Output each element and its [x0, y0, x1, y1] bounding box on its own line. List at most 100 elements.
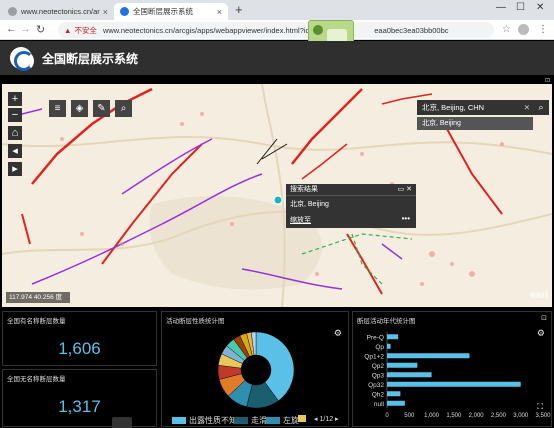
named-faults-count: 1,606 — [58, 339, 101, 358]
legend-label: 走滑 — [251, 416, 267, 425]
y-tick-label: Qp1+2 — [364, 353, 384, 360]
avatar[interactable] — [518, 24, 529, 35]
unnamed-faults-count: 1,317 — [58, 397, 101, 416]
y-tick-label: null — [374, 401, 385, 408]
legend-item[interactable]: 出露性质不知 — [172, 415, 237, 426]
search-result-popup: 搜索结果 ▭ ✕ 北京, Beijing 缩放至 ••• — [286, 184, 416, 228]
panel-title: 全国无名称断层数量 — [7, 376, 66, 383]
back-icon[interactable]: ← — [6, 23, 17, 35]
fullscreen-icon[interactable]: ⛶ — [537, 402, 543, 412]
bar[interactable] — [387, 334, 399, 340]
y-tick-label: Pre-Q — [367, 334, 384, 341]
popup-close-icon[interactable]: ▭ ✕ — [398, 184, 412, 196]
map-view[interactable]: + − ⌂ ◂ ▸ ≡ ◈ ✎ ⌕ 北京, Beijing, CHN ✕ ⌕ 北… — [2, 84, 552, 307]
clear-icon[interactable]: ✕ — [524, 100, 530, 115]
fault-line — [291, 88, 363, 165]
fault-nature-panel: 活动断层性质统计图 ⚙ 出露性质不知 走滑 左旋 ◂ 1/12 ▸ — [161, 311, 349, 427]
close-icon[interactable]: × — [217, 7, 222, 17]
map-widget: ⊡ + − ⌂ ◂ ▸ ≡ ◈ ✎ ⌕ 北京, Beijing, CHN ✕ ⌕… — [2, 77, 552, 307]
draw-icon[interactable]: ✎ — [93, 100, 110, 117]
popup-body: 北京, Beijing — [290, 201, 329, 208]
maximize-icon[interactable]: ☐ — [516, 2, 525, 13]
x-tick-label: 3,000 — [513, 413, 529, 419]
search-input[interactable]: 北京, Beijing, CHN ✕ — [417, 100, 533, 115]
fault-age-bar-chart: Pre-Q Qp Qp1+2 Qp2 Qp3 Qp32 Qh2 null0 500 1,000 1,… — [364, 332, 551, 419]
x-tick-label: 0 — [385, 413, 389, 419]
legend-label: 左旋 — [283, 416, 299, 425]
bar[interactable] — [387, 372, 432, 378]
extension-icon — [313, 25, 323, 35]
legend-swatch — [298, 415, 306, 422]
more-options-icon[interactable]: ••• — [402, 214, 410, 223]
close-icon[interactable]: × — [103, 7, 108, 17]
bar[interactable] — [387, 391, 401, 397]
app-favicon-icon — [120, 7, 129, 16]
fault-line — [351, 233, 383, 285]
legend-page: 1/12 — [319, 416, 334, 423]
browser-tab-bar: www.neotectonics.cn/arcgis/p × 全国断层展示系统 … — [0, 0, 554, 20]
expand-panel-button[interactable] — [112, 417, 132, 428]
browser-tab[interactable]: www.neotectonics.cn/arcgis/p × — [2, 3, 114, 20]
globe-icon — [8, 7, 17, 16]
legend-swatch — [234, 417, 248, 424]
tab-title: www.neotectonics.cn/arcgis/p — [21, 7, 100, 16]
next-extent-icon[interactable]: ▸ — [8, 162, 22, 176]
query-icon[interactable]: ⌕ — [115, 100, 132, 117]
esri-logo: esri — [530, 290, 548, 301]
minimize-icon[interactable]: — — [496, 2, 506, 13]
legend-swatch — [172, 417, 186, 424]
bar[interactable] — [387, 400, 405, 406]
y-tick-label: Qp3 — [372, 372, 385, 379]
security-label: 不安全 — [74, 25, 97, 35]
legend-item[interactable] — [298, 415, 309, 422]
bar[interactable] — [387, 362, 418, 368]
legend-item[interactable]: 左旋 — [266, 415, 299, 426]
warning-icon: ▲ — [64, 25, 72, 35]
coordinate-readout: 117.974 40.256 度 — [6, 292, 70, 303]
app-header: 全国断层展示系统 — [0, 41, 554, 75]
fault-line — [381, 243, 403, 260]
app-title: 全国断层展示系统 — [42, 51, 139, 66]
legend-label: 出露性质不知 — [189, 416, 237, 425]
reload-icon[interactable]: ↻ — [36, 23, 45, 36]
zoom-out-button[interactable]: − — [8, 108, 22, 122]
panel-title: 全国有名称断层数量 — [7, 318, 66, 325]
y-tick-label: Qp32 — [368, 382, 384, 389]
fault-line — [21, 213, 31, 245]
legend-swatch — [266, 417, 280, 424]
app-logo — [10, 47, 34, 71]
search-suggestion[interactable]: 北京, Beijing — [417, 117, 533, 130]
bar[interactable] — [387, 343, 391, 349]
named-faults-panel: 全国有名称断层数量 1,606 — [2, 311, 157, 366]
unnamed-faults-panel: 全国无名称断层数量 1,317 — [2, 369, 157, 427]
browser-tab-active[interactable]: 全国断层展示系统 × — [114, 3, 228, 20]
x-tick-label: 2,500 — [491, 413, 507, 419]
url-text-tail: eaa0bec3ea03bb00bc — [374, 25, 449, 35]
legend-pager[interactable]: ◂ 1/12 ▸ — [314, 415, 339, 423]
star-icon[interactable]: ☆ — [502, 24, 513, 35]
bar[interactable] — [387, 381, 521, 387]
address-bar: ← → ↻ ▲ 不安全 www.neotectonics.cn/arcgis/a… — [0, 20, 554, 40]
layers-icon[interactable]: ◈ — [71, 100, 88, 117]
widget-maximize-icon[interactable]: ⊡ — [545, 77, 550, 84]
previous-extent-icon[interactable]: ◂ — [8, 144, 22, 158]
y-tick-label: Qh2 — [372, 391, 385, 398]
bar[interactable] — [387, 353, 470, 359]
zoom-to-link[interactable]: 缩放至 — [290, 215, 311, 225]
forward-icon[interactable]: → — [20, 23, 31, 35]
home-icon[interactable]: ⌂ — [8, 126, 22, 140]
location-marker — [273, 195, 283, 205]
list-icon[interactable]: ≡ — [49, 100, 66, 117]
url-field[interactable]: ▲ 不安全 www.neotectonics.cn/arcgis/apps/we… — [58, 22, 494, 38]
new-tab-button[interactable]: + — [235, 2, 243, 17]
zoom-in-button[interactable]: + — [8, 92, 22, 106]
fault-line — [346, 233, 383, 295]
legend-item[interactable]: 走滑 — [234, 415, 267, 426]
y-tick-label: Qp2 — [372, 363, 385, 370]
tab-title: 全国断层展示系统 — [133, 7, 193, 16]
search-button[interactable]: ⌕ — [533, 100, 549, 115]
window-close-icon[interactable]: ✕ — [536, 2, 544, 13]
fault-age-panel: 断层活动年代统计图 ⊡ ⚙ Pre-Q Qp Qp1+2 Qp2 Qp3 Qp32 Qh2 n… — [352, 311, 552, 427]
menu-icon[interactable]: ⋮ — [538, 24, 549, 35]
popup-title: 搜索结果 — [290, 186, 318, 193]
